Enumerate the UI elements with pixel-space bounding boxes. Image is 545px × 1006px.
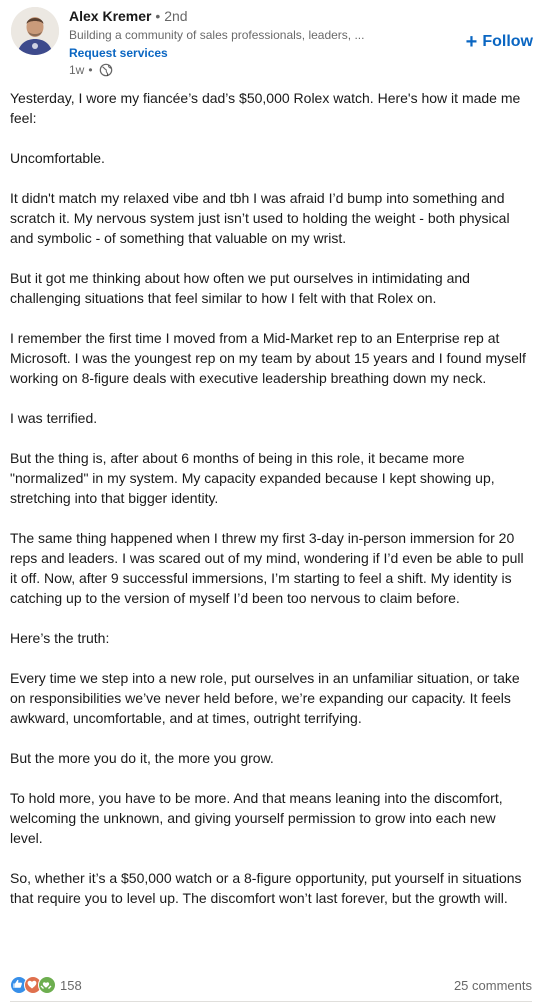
post-header: Alex Kremer • 2nd Building a community o… xyxy=(0,0,545,86)
post-meta: 1w • xyxy=(69,62,113,78)
reaction-count: 158 xyxy=(60,977,82,993)
globe-icon xyxy=(99,63,113,77)
social-divider xyxy=(10,1001,532,1002)
plus-icon: + xyxy=(465,31,478,53)
author-photo xyxy=(11,7,59,55)
time-separator: • xyxy=(88,63,93,77)
post-paragraph: To hold more, you have to be more. And t… xyxy=(10,790,503,846)
connection-degree: 2nd xyxy=(164,8,188,24)
degree-separator: • xyxy=(155,8,161,24)
comments-count-link[interactable]: 25 comments xyxy=(454,978,532,993)
reactions-summary[interactable]: 158 xyxy=(10,976,82,994)
post-paragraph: I was terrified. xyxy=(10,410,98,426)
post-paragraph: Every time we step into a new role, put … xyxy=(10,670,520,726)
request-services-link[interactable]: Request services xyxy=(69,45,399,61)
support-icon xyxy=(38,976,56,994)
author-info: Alex Kremer • 2nd Building a community o… xyxy=(69,6,399,61)
post-paragraph: The same thing happened when I threw my … xyxy=(10,530,524,606)
post-paragraph: I remember the first time I moved from a… xyxy=(10,330,526,386)
post-paragraph: But it got me thinking about how often w… xyxy=(10,270,470,306)
author-avatar[interactable] xyxy=(11,7,59,55)
post-paragraph: So, whether it’s a $50,000 watch or a 8-… xyxy=(10,870,522,906)
post-paragraph: Here’s the truth: xyxy=(10,630,110,646)
post-text: Yesterday, I wore my fiancée’s dad’s $50… xyxy=(10,88,532,908)
follow-button[interactable]: + Follow xyxy=(466,30,533,54)
post-paragraph: But the thing is, after about 6 months o… xyxy=(10,450,495,506)
post-time: 1w xyxy=(69,63,85,77)
reaction-icons xyxy=(10,976,56,994)
post-paragraph: Yesterday, I wore my fiancée’s dad’s $50… xyxy=(10,90,521,126)
author-headline: Building a community of sales profession… xyxy=(69,28,365,42)
post-paragraph: It didn't match my relaxed vibe and tbh … xyxy=(10,190,510,246)
post-paragraph: Uncomfortable. xyxy=(10,150,105,166)
follow-label: Follow xyxy=(482,33,533,50)
social-counts: 158 25 comments xyxy=(10,974,532,996)
author-name[interactable]: Alex Kremer xyxy=(69,8,152,24)
feed-post: Alex Kremer • 2nd Building a community o… xyxy=(0,0,545,1006)
author-name-line: Alex Kremer • 2nd xyxy=(69,6,399,26)
post-paragraph: But the more you do it, the more you gro… xyxy=(10,750,274,766)
